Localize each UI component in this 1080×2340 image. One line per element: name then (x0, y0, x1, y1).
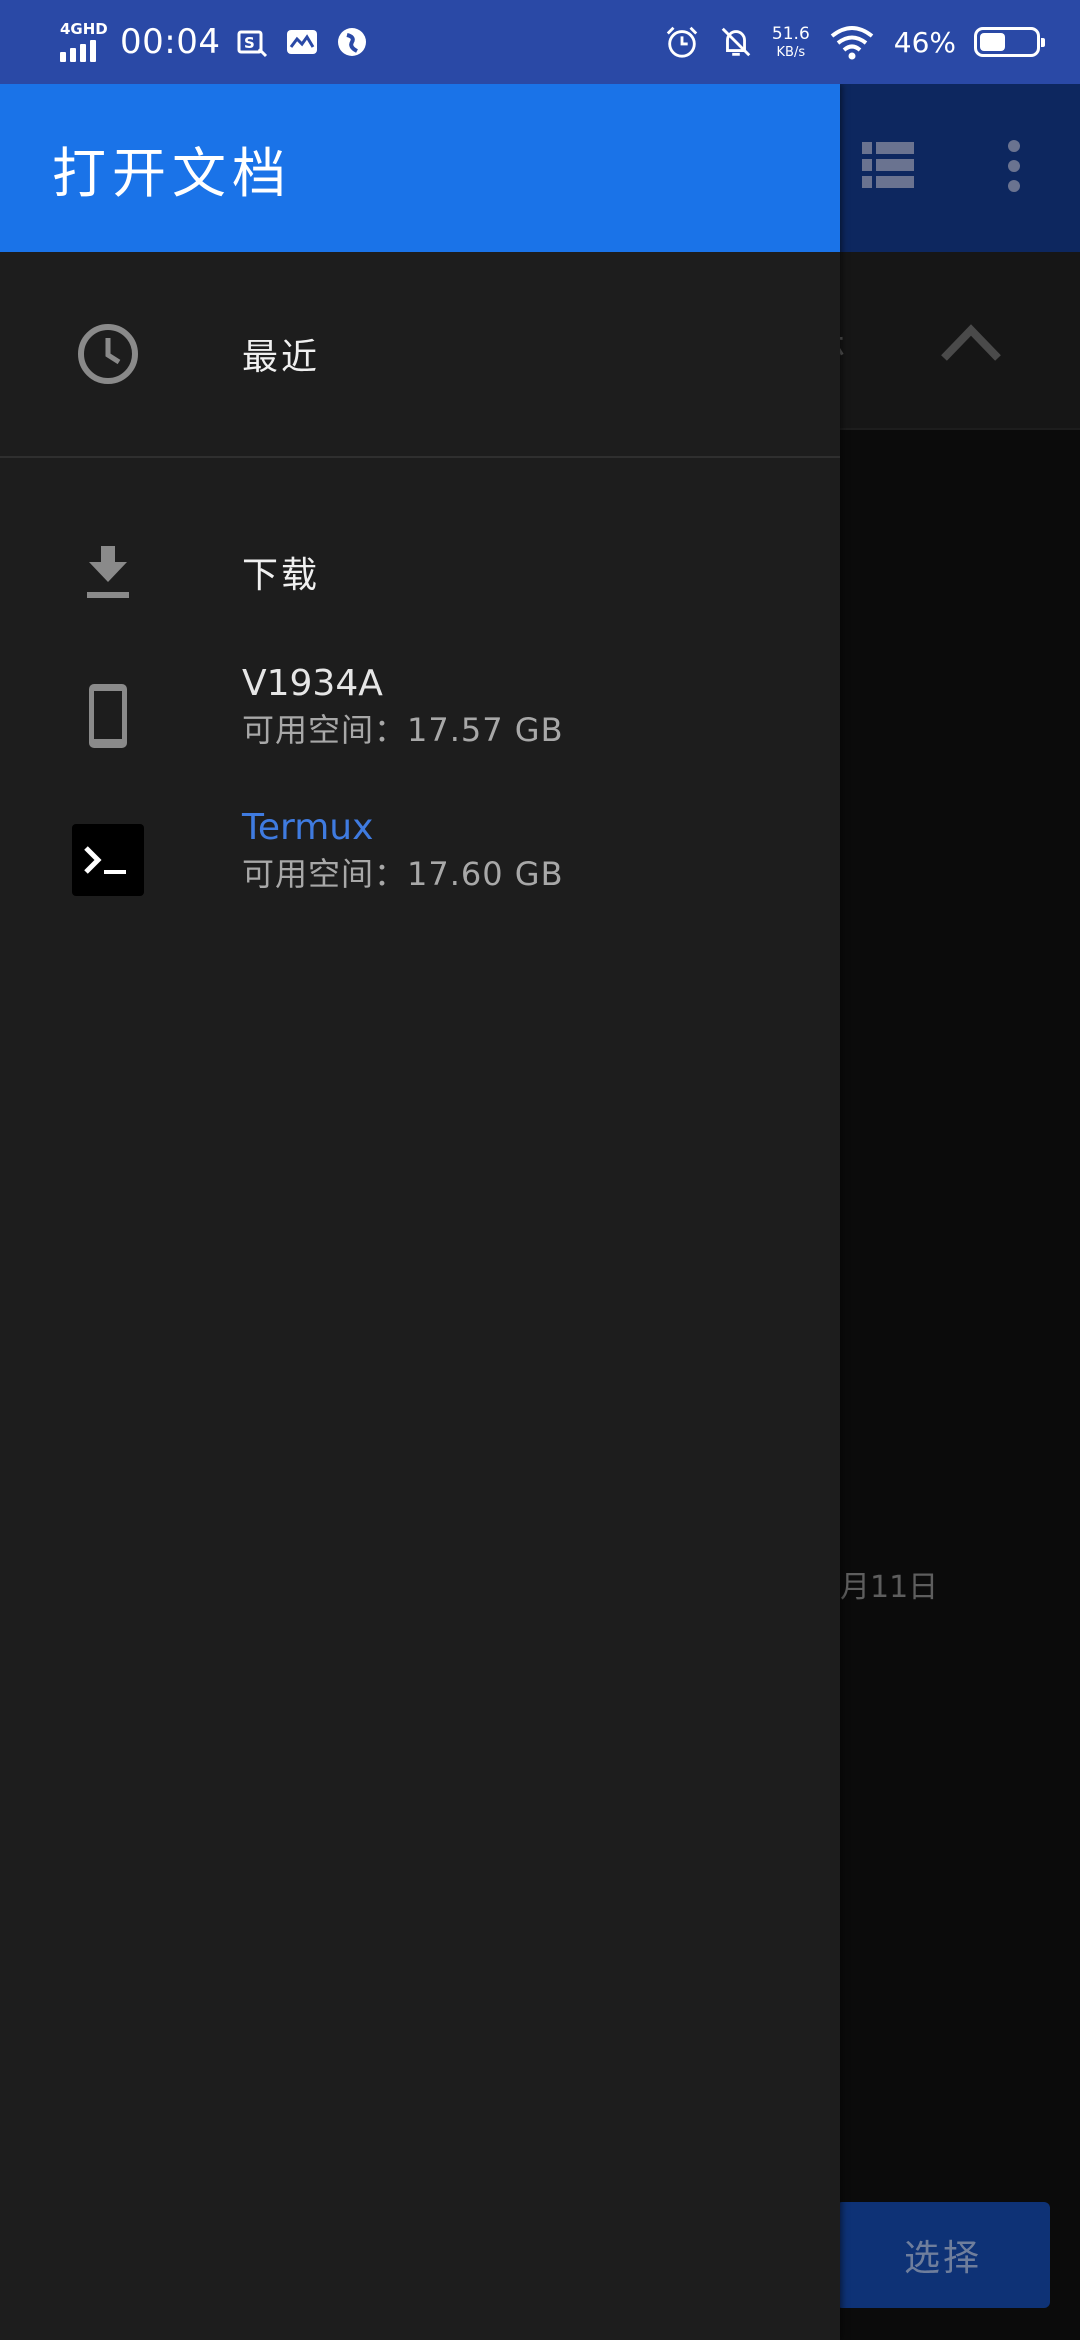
battery-icon (974, 27, 1045, 57)
termux-name: Termux (242, 807, 374, 848)
network-speed: 51.6 KB/s (771, 23, 810, 60)
browser-icon (334, 24, 370, 60)
drawer-item-recent[interactable]: 最近 (0, 252, 840, 456)
battery-percent: 46% (893, 25, 956, 59)
drawer-title: 打开文档 (52, 141, 292, 205)
drawer-item-text: V1934A 可用空间：17.57 GB (242, 662, 564, 752)
screen: 4GHD 00:04 S 51.6 KB/s 46% 月11日 选择 打开文档 … (0, 0, 1080, 2340)
mail-icon (284, 24, 320, 60)
clock-icon (72, 318, 144, 390)
drawer-item-device[interactable]: V1934A 可用空间：17.57 GB (0, 644, 840, 788)
terminal-icon (72, 824, 144, 896)
drawer-divider (0, 456, 840, 458)
bell-off-icon (718, 24, 754, 60)
alarm-icon (664, 24, 700, 60)
phone-icon (72, 680, 144, 752)
background-date-fragment: 月11日 (840, 1570, 939, 1605)
drawer-item-termux[interactable]: Termux 可用空间：17.60 GB (0, 788, 840, 932)
more-vert-icon[interactable] (1006, 140, 1022, 192)
drawer-header: 打开文档 (0, 84, 840, 252)
clock-time: 00:04 (120, 22, 221, 62)
chevron-up-icon[interactable] (940, 322, 1002, 362)
select-button[interactable]: 选择 (836, 2202, 1050, 2308)
drawer-item-text: Termux 可用空间：17.60 GB (242, 806, 564, 896)
speed-unit: KB/s (776, 44, 806, 60)
network-type: 4GHD (60, 20, 108, 38)
device-free-space: 可用空间：17.57 GB (242, 711, 564, 749)
termux-free-space: 可用空间：17.60 GB (242, 855, 564, 893)
list-view-icon[interactable] (862, 140, 914, 190)
battery-fill (980, 33, 1005, 51)
svg-text:S: S (244, 34, 255, 52)
status-bar: 4GHD 00:04 S 51.6 KB/s 46% (0, 0, 1080, 84)
speed-value: 51.6 (771, 23, 810, 44)
device-name: V1934A (242, 663, 383, 704)
roots-drawer: 打开文档 最近 下载 V1934A 可用空间：17.57 GB Termux 可… (0, 84, 840, 2340)
drawer-item-downloads[interactable]: 下载 (0, 500, 840, 644)
screenshot-icon: S (234, 24, 270, 60)
drawer-item-label: 最近 (242, 337, 321, 378)
drawer-item-label: 下载 (242, 555, 321, 596)
download-icon (72, 536, 144, 608)
cellular-signal-icon: 4GHD (58, 20, 108, 64)
wifi-icon (828, 24, 876, 60)
